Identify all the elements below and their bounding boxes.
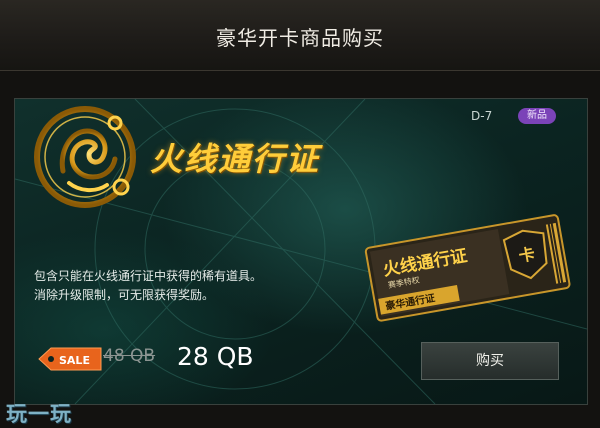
original-price: 48 QB — [103, 346, 156, 366]
new-badge: 新品 — [518, 108, 556, 124]
buy-button[interactable]: 购买 — [421, 342, 559, 380]
card-title: 火线通行证 — [150, 140, 321, 178]
description-line: 包含只能在火线通行证中获得的稀有道具。 — [34, 269, 263, 283]
sale-label: SALE — [59, 354, 90, 367]
description-line: 消除升级限制，可无限获得奖励。 — [34, 288, 215, 302]
product-card: 火线通行证 D-7 新品 包含只能在火线通行证中获得的稀有道具。 消除升级限制，… — [14, 98, 588, 405]
current-price: 28 QB — [177, 342, 254, 371]
card-description: 包含只能在火线通行证中获得的稀有道具。 消除升级限制，可无限获得奖励。 — [34, 267, 262, 305]
item-code: D-7 — [471, 109, 493, 123]
pass-ticket-image: 火线通行证 赛季特权 豪华通行证 卡 — [364, 214, 571, 322]
watermark-logo: 玩一玩 — [6, 402, 72, 426]
dialog-title: 豪华开卡商品购买 — [216, 26, 384, 50]
title-bar: 豪华开卡商品购买 — [0, 0, 600, 71]
dragon-emblem-icon — [34, 106, 136, 208]
sale-tag-icon: SALE — [38, 347, 102, 371]
ticket-badge: 卡 — [517, 244, 536, 265]
